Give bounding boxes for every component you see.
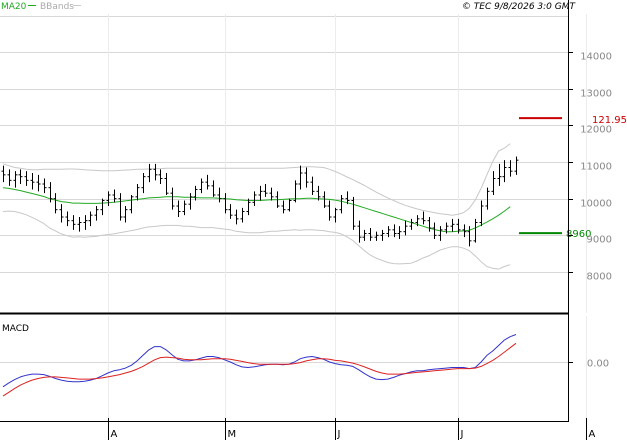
chart-root: 121.95 8960 AMJJA 8000 9000 10000 11000 12000… <box>0 0 627 440</box>
x-tick-label: A <box>111 429 118 440</box>
macd-panel <box>0 316 569 422</box>
legend-ma20-label: MA20 <box>1 2 27 12</box>
macd-title: MACD <box>2 324 29 334</box>
y-tick-label: 8000 <box>587 272 612 283</box>
price-macd-chart: 121.958960 AMJJA 80009000100001100012000… <box>0 0 627 440</box>
x-tick-label: A <box>589 429 596 440</box>
x-tick-label: J <box>337 429 341 440</box>
y-tick-label: 11000 <box>580 162 612 173</box>
price-panel <box>0 14 569 313</box>
y-tick-label: 13000 <box>580 89 612 100</box>
legend-bbands-label: BBands <box>40 2 74 12</box>
y-tick-label: 12000 <box>580 125 612 136</box>
x-tick-label: M <box>228 429 237 440</box>
x-tick-label: J <box>460 429 464 440</box>
macd-y-tick-label: 0.00 <box>587 359 609 370</box>
legend: MA20 BBands <box>1 2 81 12</box>
watermark: © TEC 9/8/2026 3:0 GMT <box>462 2 577 12</box>
y-axis: 8000 9000 10000 11000 12000 13000 14000 0.00 <box>569 52 612 370</box>
y-tick-label: 14000 <box>580 52 612 63</box>
y-tick-label: 10000 <box>580 199 612 210</box>
y-tick-label: 9000 <box>587 235 612 246</box>
